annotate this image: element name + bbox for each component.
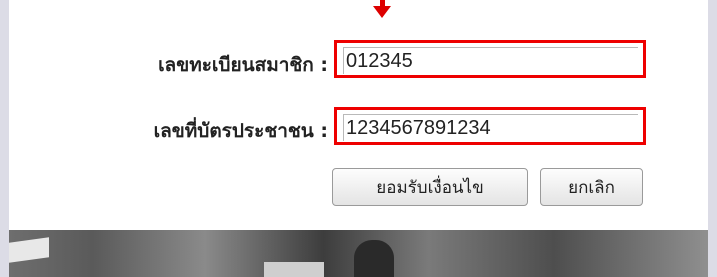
member-id-highlight xyxy=(334,40,646,78)
background-photo-detail xyxy=(354,240,394,277)
annotation-arrow-icon xyxy=(373,6,391,18)
citizen-id-input[interactable] xyxy=(343,114,638,141)
citizen-id-label: เลขที่บัตรประชาชน : xyxy=(153,120,328,142)
accept-terms-button[interactable]: ยอมรับเงื่อนไข xyxy=(332,168,528,206)
background-photo-detail xyxy=(264,262,324,277)
cancel-button[interactable]: ยกเลิก xyxy=(540,168,643,206)
member-id-label: เลขทะเบียนสมาชิก : xyxy=(158,54,328,76)
member-id-input[interactable] xyxy=(343,47,638,74)
login-panel: เลขทะเบียนสมาชิก : เลขที่บัตรประชาชน : ย… xyxy=(9,0,708,277)
citizen-id-highlight xyxy=(334,107,646,145)
